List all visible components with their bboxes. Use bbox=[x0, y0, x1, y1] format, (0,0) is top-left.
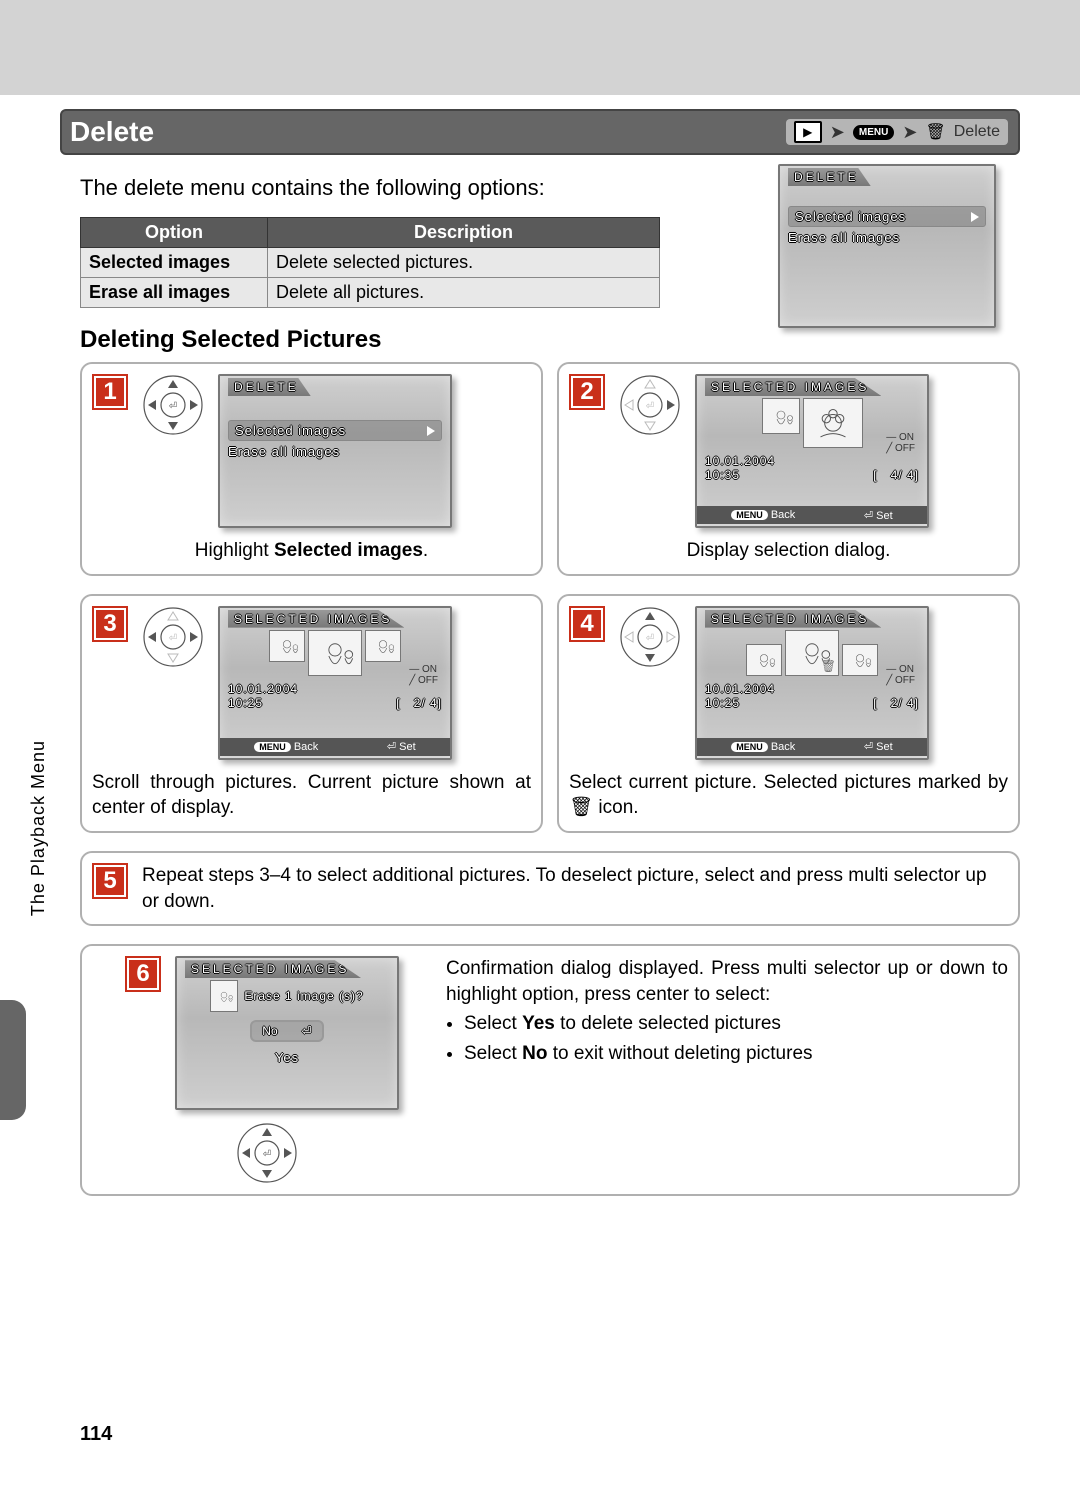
step-2: 2 SELECTED IMAGES — ON╱ OFF 10.01.2004 1… bbox=[557, 362, 1020, 576]
step-5: 5 Repeat steps 3–4 to select additional … bbox=[80, 851, 1020, 926]
confirm-prompt: Erase 1 image (s)? bbox=[244, 989, 363, 1003]
screen-tab: SELECTED IMAGES bbox=[228, 610, 404, 628]
step-6: 6 SELECTED IMAGES Erase 1 image (s)? No⏎… bbox=[80, 944, 1020, 1196]
section-title: Delete bbox=[70, 116, 154, 148]
screen-bottom-bar: MENU Back ⏎ Set bbox=[220, 738, 450, 756]
screen-bottom-bar: MENU Back ⏎ Set bbox=[697, 506, 927, 524]
section-title-bar: Delete ▶ ➤ MENU ➤ 🗑 Delete bbox=[60, 109, 1020, 155]
menu-erase-all: Erase all images bbox=[228, 444, 442, 459]
table-row: Selected images Delete selected pictures… bbox=[81, 248, 660, 278]
screen-time: 10:35 bbox=[705, 468, 740, 482]
delete-menu-screenshot: DELETE Selected images Erase all images bbox=[778, 164, 996, 328]
screen-tab: DELETE bbox=[228, 378, 311, 396]
screen-tab: SELECTED IMAGES bbox=[185, 960, 361, 978]
multi-selector-icon bbox=[236, 1122, 298, 1184]
step2-caption: Display selection dialog. bbox=[569, 538, 1008, 564]
step-number: 5 bbox=[92, 863, 128, 899]
step-number: 6 bbox=[125, 956, 161, 992]
menu-selected-images: Selected images bbox=[228, 420, 442, 441]
multi-selector-lr-icon bbox=[142, 606, 204, 668]
breadcrumb: ▶ ➤ MENU ➤ 🗑 Delete bbox=[786, 119, 1008, 145]
step-number: 1 bbox=[92, 374, 128, 410]
multi-selector-right-icon bbox=[619, 374, 681, 436]
menu-erase-all: Erase all images bbox=[788, 230, 986, 245]
arrow-icon: ➤ bbox=[902, 122, 917, 143]
step-3: 3 SELECTED IMAGES — ON╱ OFF 10.01.2004 1… bbox=[80, 594, 543, 833]
step6-caption: Confirmation dialog displayed. Press mul… bbox=[446, 956, 1008, 1184]
chevron-right-icon bbox=[427, 426, 435, 436]
play-icon: ▶ bbox=[794, 121, 822, 143]
step-number: 2 bbox=[569, 374, 605, 410]
screen-tab: DELETE bbox=[788, 168, 871, 186]
section-tab-label: The Playback Menu bbox=[28, 740, 49, 916]
step3-caption: Scroll through pictures. Current pic­tur… bbox=[92, 770, 531, 821]
confirm-no: No⏎ bbox=[250, 1020, 323, 1042]
subsection-title: Deleting Selected Pictures bbox=[80, 326, 1000, 354]
breadcrumb-label: Delete bbox=[954, 123, 1000, 141]
header-blank bbox=[0, 0, 1080, 99]
menu-selected-images: Selected images bbox=[788, 206, 986, 227]
table-row: Erase all images Delete all pictures. bbox=[81, 278, 660, 308]
arrow-icon: ➤ bbox=[830, 122, 845, 143]
trash-icon: 🗑 bbox=[569, 797, 593, 818]
trash-icon: 🗑 bbox=[925, 122, 945, 142]
th-description: Description bbox=[268, 218, 660, 248]
screen-tab: SELECTED IMAGES bbox=[705, 610, 881, 628]
menu-badge: MENU bbox=[853, 125, 894, 140]
step-number: 4 bbox=[569, 606, 605, 642]
step4-caption: Select current picture. Selected pic­tur… bbox=[569, 770, 1008, 821]
trash-icon: 🗑 bbox=[821, 659, 836, 673]
page-number: 114 bbox=[80, 1423, 112, 1446]
screen-bottom-bar: MENU Back ⏎ Set bbox=[697, 738, 927, 756]
chevron-right-icon bbox=[971, 212, 979, 222]
step-1: 1 DELETE Selected images Erase all image… bbox=[80, 362, 543, 576]
confirm-yes: Yes bbox=[275, 1050, 299, 1065]
multi-selector-ud-icon bbox=[619, 606, 681, 668]
opt-erase-all: Erase all images bbox=[81, 278, 268, 308]
desc-erase-all: Delete all pictures. bbox=[268, 278, 660, 308]
multi-selector-icon bbox=[142, 374, 204, 436]
step5-caption: Repeat steps 3–4 to select additional pi… bbox=[142, 863, 1008, 914]
screen-date: 10.01.2004 bbox=[705, 454, 919, 468]
thumb-tab bbox=[0, 1000, 26, 1120]
opt-selected-images: Selected images bbox=[81, 248, 268, 278]
step1-caption: Highlight Selected images. bbox=[92, 538, 531, 564]
th-option: Option bbox=[81, 218, 268, 248]
options-table: Option Description Selected images Delet… bbox=[80, 217, 660, 308]
step-number: 3 bbox=[92, 606, 128, 642]
screen-count: [ 4/ 4] bbox=[873, 468, 919, 482]
desc-selected-images: Delete selected pictures. bbox=[268, 248, 660, 278]
screen-tab: SELECTED IMAGES bbox=[705, 378, 881, 396]
step-4: 4 SELECTED IMAGES 🗑 — ON╱ OFF bbox=[557, 594, 1020, 833]
